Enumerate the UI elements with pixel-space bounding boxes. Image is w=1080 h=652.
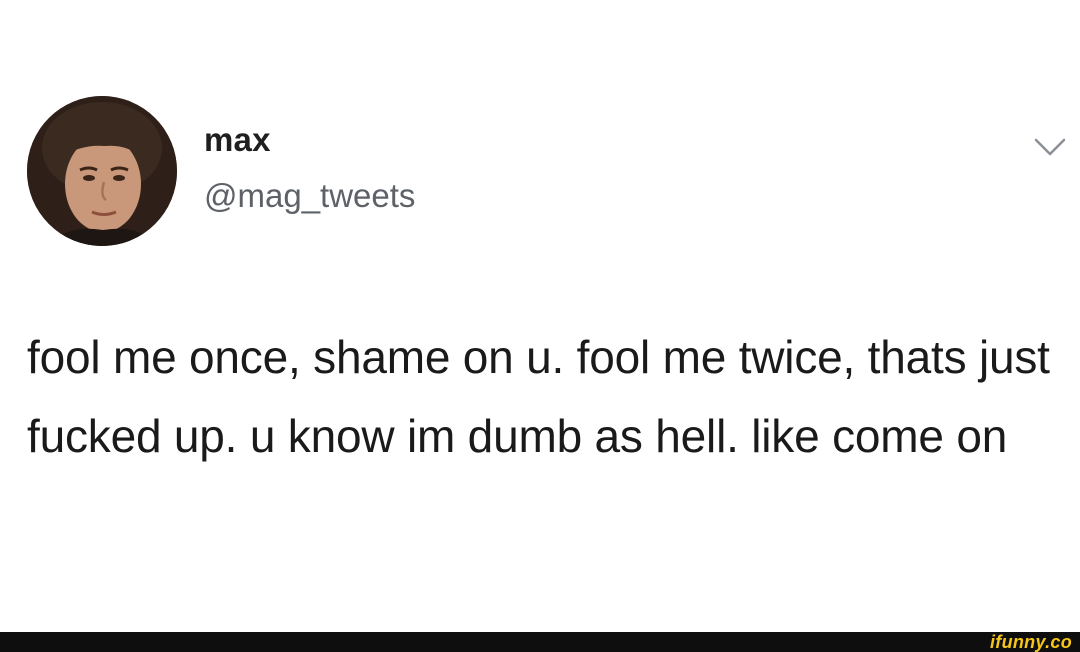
display-name[interactable]: max — [204, 120, 271, 160]
chevron-down-icon[interactable] — [1030, 134, 1070, 162]
tweet-card: max @mag_tweets fool me once, shame on u… — [0, 0, 1080, 632]
user-handle[interactable]: @mag_tweets — [204, 176, 415, 216]
tweet-text: fool me once, shame on u. fool me twice,… — [27, 331, 1050, 462]
profile-photo-icon — [27, 96, 177, 246]
watermark: ifunny.co — [989, 632, 1072, 652]
footer-bar: ifunny.co — [0, 632, 1080, 652]
avatar[interactable] — [27, 96, 177, 246]
